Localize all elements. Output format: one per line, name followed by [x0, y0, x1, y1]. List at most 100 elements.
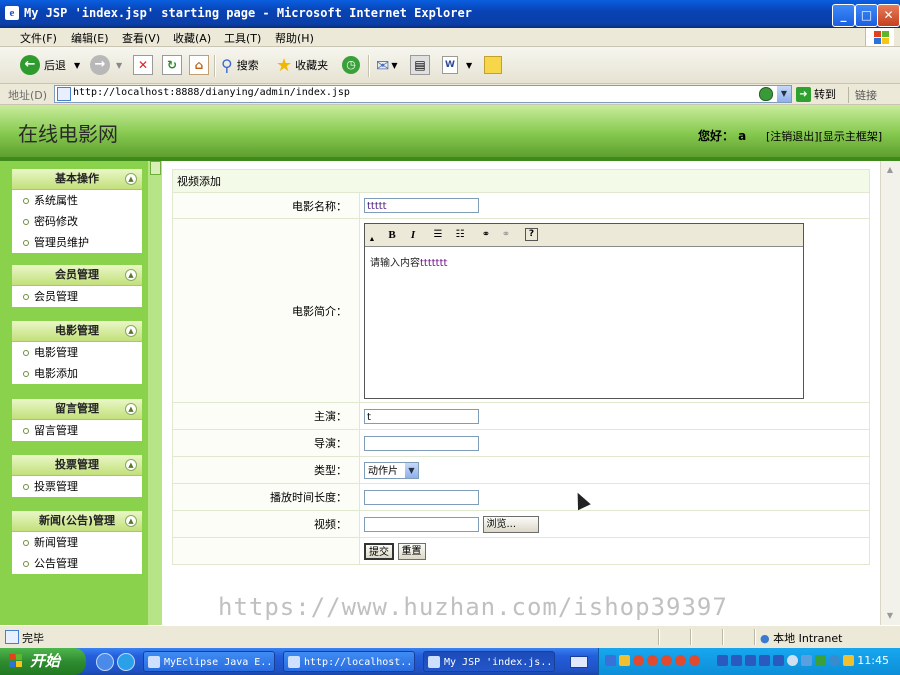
forward-button[interactable]: → ▼: [90, 53, 122, 77]
bold-button[interactable]: B: [385, 228, 399, 242]
task-browser-1[interactable]: http://localhost...: [283, 651, 415, 672]
menu-file[interactable]: 文件(F): [20, 30, 57, 46]
links-button[interactable]: 链接: [848, 87, 877, 103]
editor-collapse-icon[interactable]: ▲: [365, 232, 379, 246]
edit-button[interactable]: W ▼: [442, 53, 472, 77]
maximize-button[interactable]: □: [855, 4, 878, 27]
sidebar-item[interactable]: 投票管理: [12, 476, 142, 497]
scroll-up-icon[interactable]: ▲: [883, 163, 897, 177]
collapse-icon[interactable]: ▲: [125, 515, 137, 527]
home-button[interactable]: ⌂: [189, 53, 209, 77]
menu-favorites[interactable]: 收藏(A): [173, 30, 211, 46]
unordered-list-icon[interactable]: ☷: [453, 228, 467, 242]
actor-input[interactable]: t: [364, 408, 479, 424]
duration-input[interactable]: [364, 489, 479, 505]
messenger-button[interactable]: [484, 53, 502, 77]
network-icon[interactable]: [759, 655, 770, 666]
movie-name-input[interactable]: ttttt: [364, 198, 479, 213]
security-shield-icon[interactable]: [843, 655, 854, 666]
tray-icon[interactable]: [619, 655, 630, 666]
qq-icon[interactable]: [661, 655, 672, 666]
collapse-icon[interactable]: ▲: [125, 403, 137, 415]
director-input[interactable]: [364, 435, 479, 451]
menu-edit[interactable]: 编辑(E): [71, 30, 109, 46]
stop-button[interactable]: ✕: [133, 53, 153, 77]
sidebar-item[interactable]: 新闻管理: [12, 532, 142, 553]
submit-button[interactable]: 提交: [364, 542, 394, 560]
qq-icon[interactable]: [633, 655, 644, 666]
tray-icon[interactable]: [787, 655, 798, 666]
collapse-icon[interactable]: ▲: [125, 173, 137, 185]
network-icon[interactable]: [745, 655, 756, 666]
show-main-link[interactable]: [显示主框架]: [819, 130, 883, 143]
sidebar-section-header[interactable]: 基本操作 ▲: [12, 169, 142, 190]
rich-text-editor[interactable]: ▲ B I ☰ ☷ ⚭ ⚭ ? 请输入内容ttttttt: [364, 222, 804, 399]
search-button[interactable]: ⚲ 搜索: [221, 53, 259, 77]
history-button[interactable]: ◷: [342, 53, 360, 77]
go-button[interactable]: ➜ 转到: [796, 86, 836, 102]
link-icon[interactable]: ⚭: [479, 228, 493, 242]
sidebar-item[interactable]: 电影管理: [12, 342, 142, 363]
address-dropdown[interactable]: ▼: [777, 86, 791, 102]
favorites-button[interactable]: ★ 收藏夹: [276, 53, 328, 77]
italic-button[interactable]: I: [406, 228, 420, 242]
main-content: 视频添加 电影名称： ttttt 电影简介： ▲ B I ☰ ☷ ⚭ ⚭ ? 请…: [162, 161, 880, 625]
mail-button[interactable]: ✉ ▼: [376, 53, 398, 77]
browse-button[interactable]: 浏览...: [482, 515, 539, 533]
tray-icon[interactable]: [801, 655, 812, 666]
sidebar-section-header[interactable]: 电影管理 ▲: [12, 321, 142, 342]
sidebar-item[interactable]: 管理员维护: [12, 232, 142, 253]
unlink-icon[interactable]: ⚭: [499, 228, 513, 242]
sidebar-item[interactable]: 公告管理: [12, 553, 142, 574]
network-icon[interactable]: [731, 655, 742, 666]
network-icon[interactable]: [717, 655, 728, 666]
keyboard-icon[interactable]: [570, 656, 588, 668]
sidebar-section-title: 新闻(公告)管理: [38, 514, 116, 527]
quicklaunch-ie-icon[interactable]: [117, 653, 135, 671]
shield-icon[interactable]: [815, 655, 826, 666]
sidebar-item[interactable]: 系统属性: [12, 190, 142, 211]
network-icon[interactable]: [773, 655, 784, 666]
task-myeclipse[interactable]: MyEclipse Java E...: [143, 651, 275, 672]
qq-icon[interactable]: [675, 655, 686, 666]
refresh-button[interactable]: ↻: [162, 53, 182, 77]
sidebar-section-header[interactable]: 投票管理 ▲: [12, 455, 142, 476]
go-label: 转到: [814, 88, 836, 101]
close-button[interactable]: ✕: [877, 4, 900, 27]
collapse-icon[interactable]: ▲: [125, 325, 137, 337]
menu-help[interactable]: 帮助(H): [275, 30, 314, 46]
logout-link[interactable]: [注销退出]: [766, 130, 819, 143]
reset-button[interactable]: 重置: [397, 542, 426, 560]
start-button[interactable]: 开始: [0, 648, 86, 675]
task-browser-active[interactable]: My JSP 'index.js...: [423, 651, 555, 672]
back-button[interactable]: ← 后退 ▼: [20, 53, 80, 77]
video-file-input[interactable]: [364, 516, 479, 532]
sidebar-item[interactable]: 留言管理: [12, 420, 142, 441]
menu-tools[interactable]: 工具(T): [224, 30, 261, 46]
sidebar-section-header[interactable]: 新闻(公告)管理 ▲: [12, 511, 142, 532]
vertical-scrollbar[interactable]: ▲ ▼: [880, 161, 900, 625]
window-titlebar[interactable]: e My JSP 'index.jsp' starting page - Mic…: [0, 0, 900, 28]
type-select[interactable]: 动作片 ▼: [364, 461, 419, 479]
splitter-handle[interactable]: [150, 161, 161, 175]
sidebar-item[interactable]: 会员管理: [12, 286, 142, 307]
menu-view[interactable]: 查看(V): [122, 30, 160, 46]
sidebar-item[interactable]: 电影添加: [12, 363, 142, 384]
qq-icon[interactable]: [647, 655, 658, 666]
tray-icon[interactable]: [605, 655, 616, 666]
sidebar-section-header[interactable]: 会员管理 ▲: [12, 265, 142, 286]
help-icon[interactable]: ?: [525, 227, 538, 241]
collapse-icon[interactable]: ▲: [125, 459, 137, 471]
quicklaunch-desktop-icon[interactable]: [96, 653, 114, 671]
qq-icon[interactable]: [689, 655, 700, 666]
collapse-icon[interactable]: ▲: [125, 269, 137, 281]
print-button[interactable]: ▤: [410, 53, 430, 77]
scroll-down-icon[interactable]: ▼: [883, 609, 897, 623]
frame-splitter[interactable]: [148, 161, 162, 625]
tray-icon[interactable]: [829, 655, 840, 666]
address-input[interactable]: http://localhost:8888/dianying/admin/ind…: [54, 85, 792, 103]
minimize-button[interactable]: _: [832, 4, 855, 27]
sidebar-section-header[interactable]: 留言管理 ▲: [12, 399, 142, 420]
sidebar-item[interactable]: 密码修改: [12, 211, 142, 232]
ordered-list-icon[interactable]: ☰: [431, 228, 445, 242]
